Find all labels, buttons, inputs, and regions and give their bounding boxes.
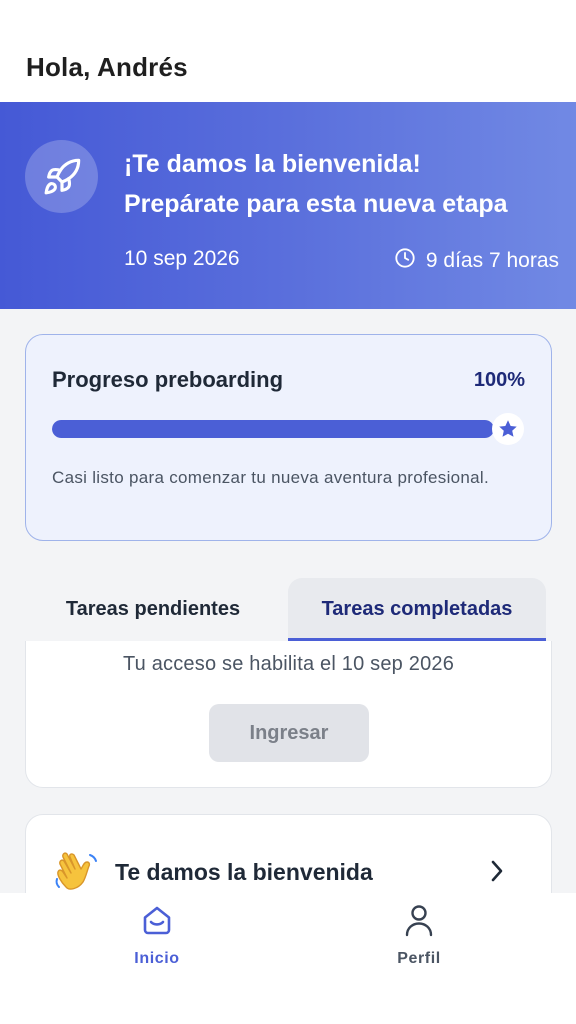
progress-percent: 100% [473,369,525,391]
enter-button[interactable]: Ingresar [209,704,369,762]
countdown-text: 9 días 7 horas [425,249,559,272]
nav-profile-label: Perfil [397,950,441,967]
greeting: Hola, Andrés [26,52,188,82]
nav-home[interactable]: Inicio [97,903,217,968]
top-bar: Hola, Andrés [0,0,576,102]
welcome-item-label: Te damos la bienvenida [115,859,373,885]
progress-description: Casi listo para comenzar tu nueva aventu… [52,468,490,487]
tab-pending-tasks[interactable]: Tareas pendientes [25,578,281,640]
home-icon [140,903,174,942]
task-tabs: Tareas pendientes Tareas completadas [25,578,546,641]
access-message: Tu acceso se habilita el 10 sep 2026 [122,653,455,675]
banner-title-line-2: Prepárate para esta nueva etapa [124,190,508,218]
chevron-right-icon [489,859,505,888]
waving-hand-icon [52,849,100,897]
welcome-banner: ¡Te damos la bienvenida! Prepárate para … [0,102,576,309]
rocket-icon [25,140,98,213]
banner-title: ¡Te damos la bienvenida! Prepárate para … [124,144,508,224]
start-date: 10 sep 2026 [124,247,240,270]
tab-completed-tasks[interactable]: Tareas completadas [288,578,546,640]
nav-home-label: Inicio [134,950,180,967]
countdown: 9 días 7 horas [394,247,559,275]
bottom-navigation: Inicio Perfil [0,893,576,1024]
nav-profile[interactable]: Perfil [359,903,479,968]
progress-bar-fill [52,420,494,438]
access-card: Tu acceso se habilita el 10 sep 2026 Ing… [25,641,552,788]
star-icon [492,413,524,445]
user-icon [402,903,436,942]
progress-title: Progreso preboarding [52,367,284,392]
progress-card: Progreso preboarding 100% Casi listo par… [25,334,552,541]
clock-icon [394,247,416,275]
progress-bar [52,420,494,438]
banner-title-line-1: ¡Te damos la bienvenida! [124,150,421,178]
